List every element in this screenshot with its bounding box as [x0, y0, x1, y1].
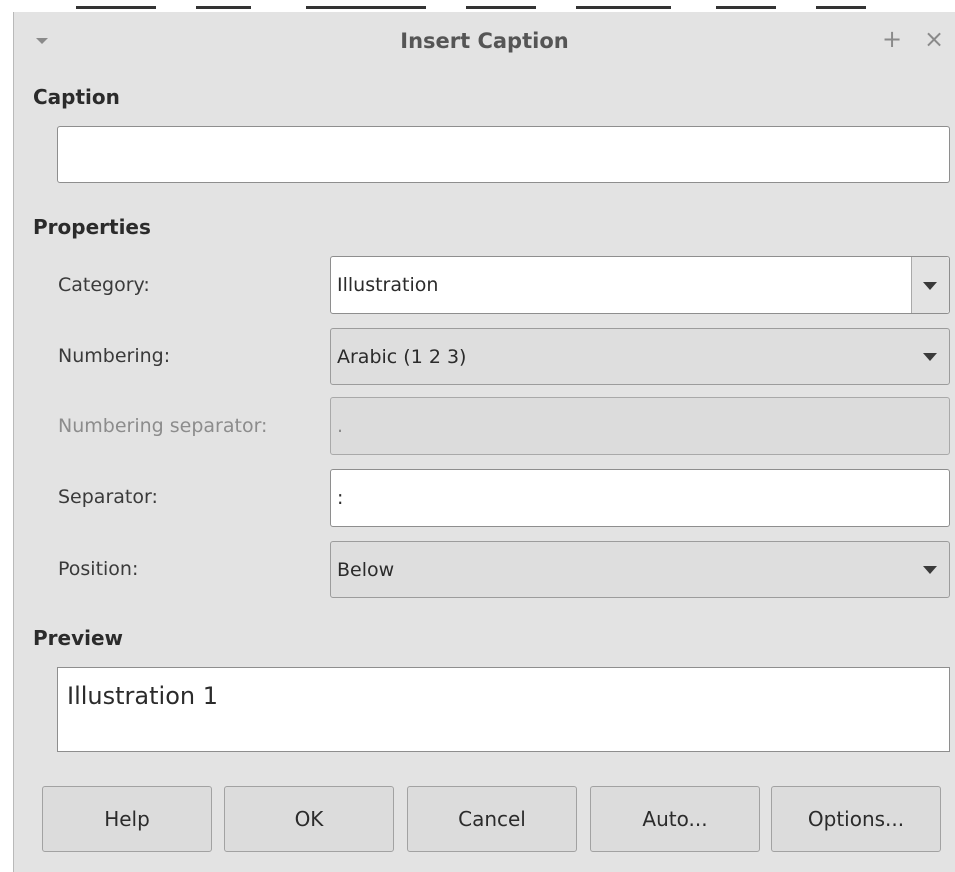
preview-box: Illustration 1: [57, 667, 950, 752]
separator-label: Separator:: [58, 486, 158, 508]
close-icon[interactable]: ×: [924, 27, 944, 51]
chevron-down-icon: [923, 353, 937, 361]
title-bar: Insert Caption + ×: [14, 12, 955, 74]
caption-section-label: Caption: [33, 85, 120, 109]
caption-input[interactable]: [57, 126, 950, 183]
position-label: Position:: [58, 558, 139, 580]
chevron-down-icon: [923, 282, 937, 290]
position-select[interactable]: Below: [330, 541, 950, 598]
preview-section-label: Preview: [33, 626, 124, 650]
numbering-value: Arabic (1 2 3): [337, 345, 467, 368]
chevron-down-icon: [923, 566, 937, 574]
options-button[interactable]: Options...: [771, 786, 941, 852]
numbering-label: Numbering:: [58, 345, 171, 367]
insert-caption-dialog: Insert Caption + × Caption Properties Ca…: [13, 12, 955, 872]
maximize-icon[interactable]: +: [882, 27, 902, 51]
category-value: Illustration: [337, 274, 439, 296]
position-value: Below: [337, 558, 395, 581]
numbering-separator-label: Numbering separator:: [58, 415, 268, 437]
numbering-separator-input: .: [330, 397, 950, 455]
background-document-top-edge: [16, 0, 955, 12]
dialog-title: Insert Caption: [400, 29, 569, 53]
cancel-button[interactable]: Cancel: [407, 786, 577, 852]
numbering-select[interactable]: Arabic (1 2 3): [330, 328, 950, 385]
auto-button[interactable]: Auto...: [590, 786, 760, 852]
properties-section-label: Properties: [33, 215, 151, 239]
category-label: Category:: [58, 274, 150, 296]
separator-input[interactable]: :: [330, 469, 950, 527]
help-button[interactable]: Help: [42, 786, 212, 852]
ok-button[interactable]: OK: [224, 786, 394, 852]
category-dropdown-button[interactable]: [911, 257, 949, 313]
preview-text: Illustration 1: [67, 682, 218, 710]
category-combobox[interactable]: Illustration: [330, 256, 950, 314]
